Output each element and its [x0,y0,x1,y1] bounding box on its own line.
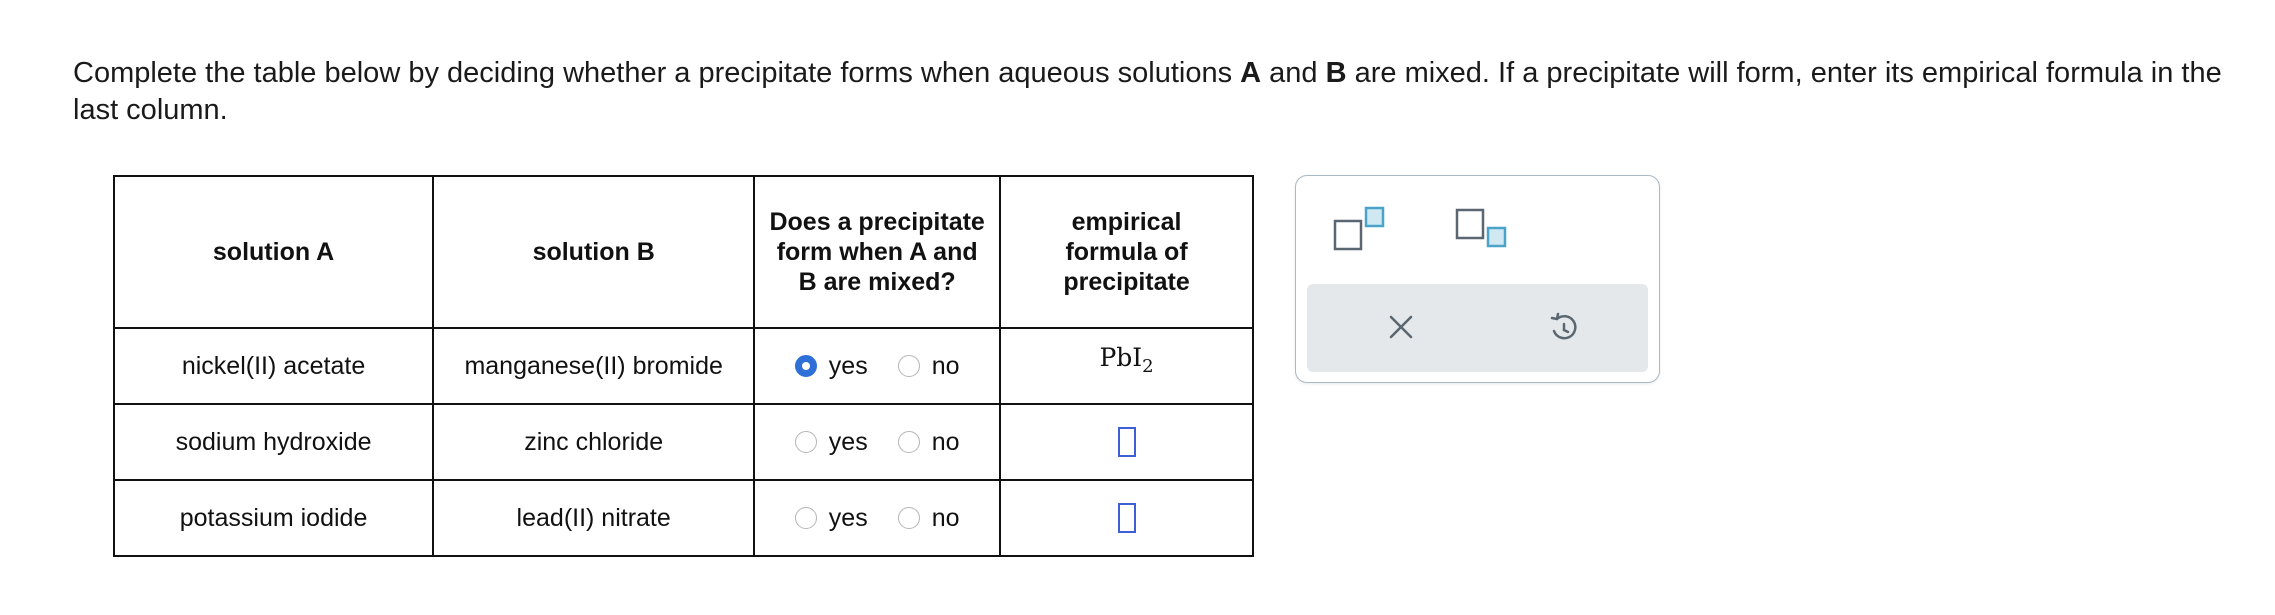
header-empirical-formula: empirical formula of precipitate [999,175,1254,329]
cell-formula-answer[interactable] [999,479,1254,557]
radio-option-yes[interactable]: yes [794,503,868,533]
radio-no[interactable] [897,355,920,377]
header-solution-b: solution B [432,175,756,329]
radio-no-label: no [931,427,960,456]
header-empirical-formula-text: empirical formula of precipitate [1063,208,1190,296]
subscript-icon [1455,208,1507,248]
radio-option-no[interactable]: no [897,503,960,533]
toolbox-actions-bar [1307,284,1648,372]
precipitate-radio-group: yes no [755,428,999,457]
header-precipitate-question-text: Does a precipitate form when A and B are… [769,208,985,296]
radio-option-yes[interactable]: yes [794,351,868,381]
cell-formula-answer[interactable] [999,403,1254,481]
cell-solution-a: sodium hydroxide [112,403,435,481]
subscript-button[interactable] [1454,204,1516,256]
clear-button[interactable] [1376,302,1426,352]
radio-yes-label: yes [828,427,868,456]
cell-precipitate-choice: yes no [753,479,1002,557]
cell-formula-answer[interactable]: PbI2 [999,327,1254,405]
cell-precipitate-choice: yes no [753,327,1002,405]
table-row: sodium hydroxide zinc chloride yes no [112,403,1254,481]
table-row: nickel(II) acetate manganese(II) bromide… [112,327,1254,405]
superscript-icon [1333,206,1385,251]
radio-yes-label: yes [828,503,868,532]
radio-no-label: no [931,503,960,532]
precipitate-table: solution A solution B Does a precipitate… [112,175,1254,557]
table-row: potassium iodide lead(II) nitrate yes no [112,479,1254,557]
radio-no[interactable] [897,507,920,529]
undo-button[interactable] [1539,302,1589,352]
formula-main: PbI [1099,343,1143,372]
table-header-row: solution A solution B Does a precipitate… [112,175,1254,329]
prompt-solution-a: A [1240,57,1262,89]
radio-yes-label: yes [828,351,868,380]
formula-answer[interactable]: PbI2 [1099,343,1153,377]
cell-solution-a: nickel(II) acetate [112,327,435,405]
cell-solution-b: manganese(II) bromide [432,327,756,405]
radio-option-no[interactable]: no [897,427,960,457]
prompt-text-2: and [1261,57,1326,89]
precipitate-radio-group: yes no [755,504,999,533]
precipitate-radio-group: yes no [755,352,999,381]
question-prompt: Complete the table below by deciding whe… [73,55,2263,129]
prompt-text-1: Complete the table below by deciding whe… [73,57,1241,89]
header-solution-a: solution A [112,175,435,329]
formula-toolbox [1295,175,1660,383]
radio-no[interactable] [897,431,920,453]
radio-no-label: no [931,351,960,380]
cell-precipitate-choice: yes no [753,403,1002,481]
radio-yes-selected[interactable] [794,355,817,377]
close-icon [1389,315,1413,339]
radio-option-yes[interactable]: yes [794,427,868,457]
superscript-button[interactable] [1332,204,1394,256]
formula-input-box[interactable] [1117,427,1136,458]
undo-icon [1550,312,1577,340]
cell-solution-b: lead(II) nitrate [432,479,756,557]
prompt-solution-b: B [1325,57,1347,89]
formula-input-box[interactable] [1117,503,1136,534]
header-precipitate-question: Does a precipitate form when A and B are… [753,175,1002,329]
radio-yes[interactable] [794,431,817,453]
radio-yes[interactable] [794,507,817,529]
radio-option-no[interactable]: no [897,351,960,381]
cell-solution-a: potassium iodide [112,479,435,557]
cell-solution-b: zinc chloride [432,403,756,481]
formula-subscript: 2 [1142,356,1154,377]
